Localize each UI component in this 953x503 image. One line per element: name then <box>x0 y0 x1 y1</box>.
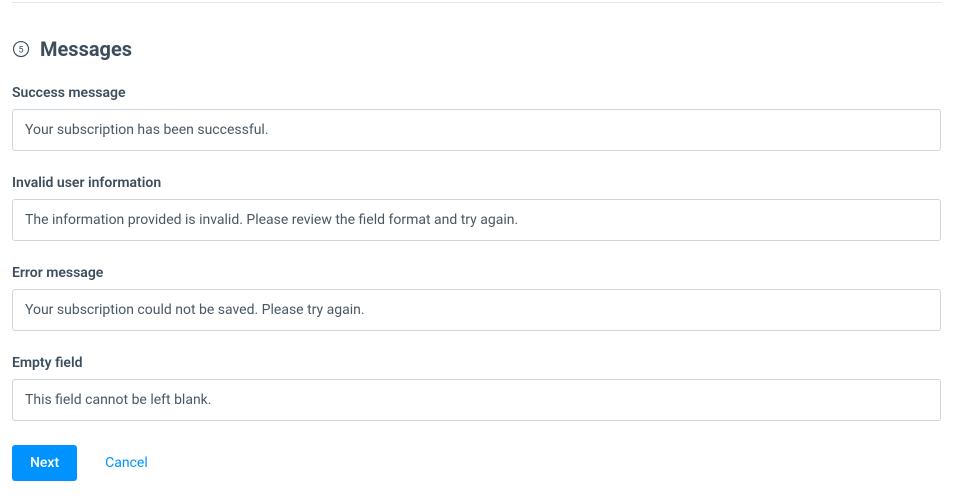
next-button[interactable]: Next <box>12 445 77 481</box>
section-header: 5 Messages <box>12 37 941 61</box>
invalid-user-label: Invalid user information <box>12 175 941 191</box>
circled-5-icon: 5 <box>12 40 30 58</box>
empty-field-label: Empty field <box>12 355 941 371</box>
field-error-message: Error message <box>12 265 941 331</box>
cancel-button[interactable]: Cancel <box>105 455 148 471</box>
form-actions: Next Cancel <box>12 445 941 481</box>
field-invalid-user: Invalid user information <box>12 175 941 241</box>
empty-field-input[interactable] <box>12 379 941 421</box>
field-success-message: Success message <box>12 85 941 151</box>
section-title: Messages <box>40 37 132 61</box>
svg-text:5: 5 <box>18 45 23 55</box>
success-message-input[interactable] <box>12 109 941 151</box>
field-empty-field: Empty field <box>12 355 941 421</box>
section-divider <box>12 2 941 3</box>
error-message-input[interactable] <box>12 289 941 331</box>
invalid-user-input[interactable] <box>12 199 941 241</box>
error-message-label: Error message <box>12 265 941 281</box>
success-message-label: Success message <box>12 85 941 101</box>
